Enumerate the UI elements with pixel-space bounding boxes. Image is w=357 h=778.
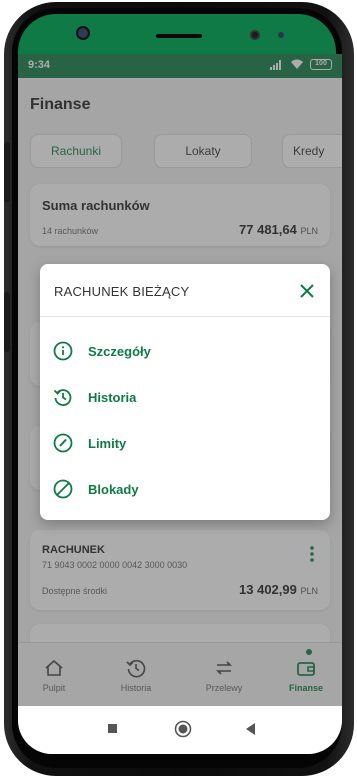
block-icon [53, 479, 73, 499]
light-sensor [278, 32, 284, 38]
menu-label-szczegoly: Szczegóły [88, 343, 151, 359]
system-navigation-bar [18, 706, 342, 754]
menu-item-historia[interactable]: Historia [52, 378, 318, 416]
menu-label-limity: Limity [88, 435, 127, 451]
gauge-icon [53, 433, 73, 453]
app-screen: 9:34 100 Finanse Rachunki Lokaty Kredy S… [18, 54, 342, 754]
info-icon [53, 341, 73, 361]
menu-label-historia: Historia [88, 389, 137, 405]
front-camera [76, 26, 90, 40]
menu-item-limity[interactable]: Limity [52, 424, 318, 462]
power-button [4, 292, 10, 352]
proximity-sensor [250, 30, 260, 40]
menu-item-blokady[interactable]: Blokady [52, 470, 318, 508]
back-icon[interactable] [246, 723, 256, 735]
home-button-icon[interactable] [174, 720, 192, 738]
account-actions-dialog: RACHUNEK BIEŻĄCY Szczegóły Historia Limi… [40, 264, 330, 520]
menu-item-szczegoly[interactable]: Szczegóły [52, 332, 318, 370]
history-icon [53, 389, 72, 406]
earpiece-speaker [156, 34, 202, 38]
dialog-divider [40, 316, 330, 317]
volume-button [4, 142, 10, 202]
close-icon[interactable] [294, 278, 320, 304]
recents-icon[interactable] [108, 724, 118, 734]
menu-label-blokady: Blokady [88, 481, 139, 497]
dialog-title: RACHUNEK BIEŻĄCY [54, 284, 190, 299]
